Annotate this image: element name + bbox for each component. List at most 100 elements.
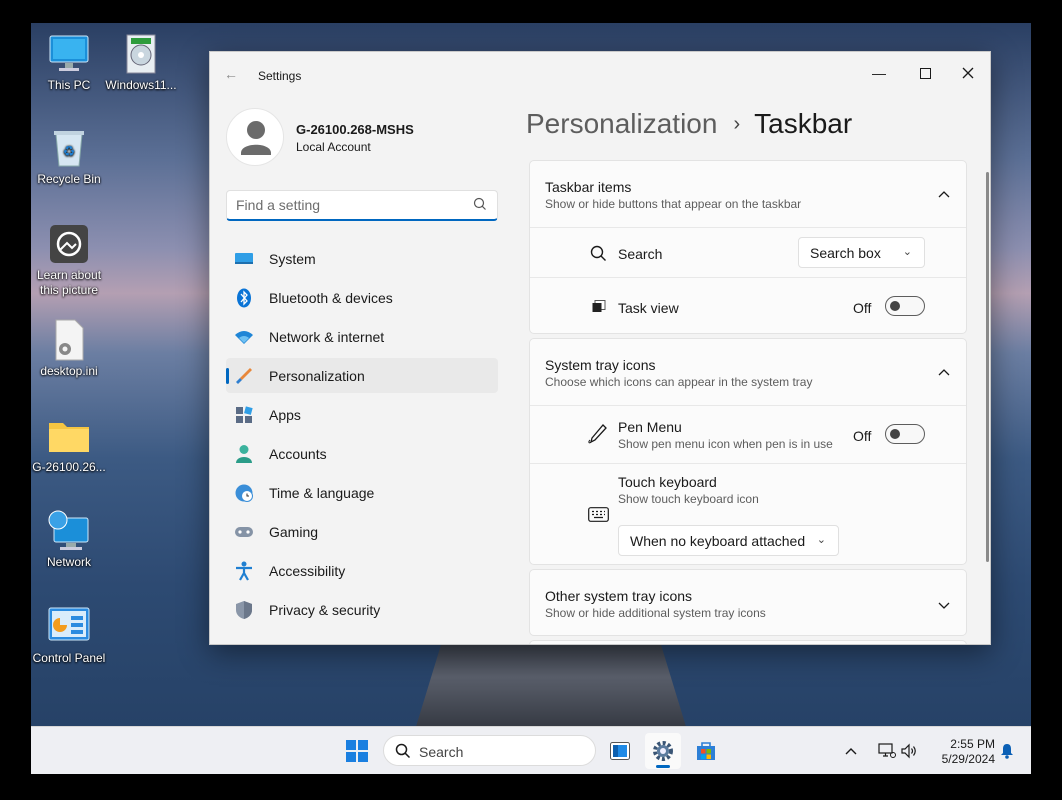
window-title: Settings (258, 69, 302, 83)
camera-icon (48, 223, 90, 265)
touch-keyboard-dropdown[interactable]: When no keyboard attached ⌄ (618, 525, 839, 556)
chevron-up-icon (938, 186, 950, 201)
taskbar-store-app[interactable] (688, 733, 724, 769)
sidebar-item-accessibility[interactable]: Accessibility (226, 553, 498, 588)
pen-menu-label: Pen Menu (618, 419, 682, 435)
desktop-icon-network[interactable]: Network (31, 510, 107, 570)
account-type: Local Account (296, 140, 371, 154)
search-icon (473, 197, 487, 216)
sidebar-item-time-language[interactable]: Time & language (226, 475, 498, 510)
chevron-up-icon (845, 748, 857, 755)
bluetooth-icon (234, 288, 254, 308)
search-input[interactable] (236, 197, 456, 213)
chevron-down-icon: ⌄ (816, 534, 826, 546)
other-tray-card[interactable]: Other system tray icons Show or hide add… (529, 569, 967, 636)
maximize-button[interactable] (902, 58, 948, 88)
bell-icon (1001, 744, 1013, 759)
maximize-icon (919, 67, 931, 79)
touch-keyboard-subtitle: Show touch keyboard icon (618, 492, 759, 506)
sidebar-item-bluetooth[interactable]: Bluetooth & devices (226, 280, 498, 315)
search-setting-label: Search (618, 246, 663, 262)
gear-icon (653, 741, 673, 761)
gamepad-icon (234, 522, 254, 542)
settings-window: ← Settings — G-26100.268-MSHS Local Acco… (209, 51, 991, 645)
network-status-icon (878, 743, 896, 758)
desktop-icon-user-folder[interactable]: G-26100.26... (31, 415, 107, 475)
sidebar-item-system[interactable]: System (226, 241, 498, 276)
taskbar-settings-app[interactable] (645, 733, 681, 769)
store-icon (697, 742, 715, 760)
svg-text:♻: ♻ (63, 143, 76, 159)
system-tray-subtitle: Choose which icons can appear in the sys… (545, 375, 813, 389)
system-tray-card: System tray icons Choose which icons can… (529, 338, 967, 565)
minimize-button[interactable]: — (856, 58, 902, 88)
wifi-icon (234, 327, 254, 347)
taskbar: Search 2:55 PM 5/29/2024 (31, 726, 1031, 774)
sidebar-item-gaming[interactable]: Gaming (226, 514, 498, 549)
recycle-bin-icon: ♻ (48, 127, 90, 169)
start-button[interactable] (339, 733, 375, 769)
pen-menu-state: Off (853, 428, 872, 444)
title-bar: ← Settings — (210, 52, 990, 96)
other-tray-subtitle: Show or hide additional system tray icon… (545, 606, 766, 620)
chevron-down-icon: ⌄ (902, 246, 912, 258)
pen-menu-toggle[interactable] (885, 424, 925, 444)
folder-icon (48, 415, 90, 457)
taskbar-items-header[interactable]: Taskbar items Show or hide buttons that … (530, 161, 966, 227)
desktop: This PC Windows11... ♻ Recycle Bin Learn… (31, 23, 1031, 774)
search-icon (590, 245, 607, 267)
desktop-icon-desktop-ini[interactable]: desktop.ini (31, 319, 107, 379)
breadcrumb: Personalization › Taskbar (526, 108, 852, 140)
scrollbar[interactable] (986, 172, 989, 562)
desktop-icon-windows-iso[interactable]: Windows11... (103, 33, 179, 93)
system-tray-header[interactable]: System tray icons Choose which icons can… (530, 339, 966, 405)
sidebar-item-privacy[interactable]: Privacy & security (226, 592, 498, 627)
task-view-icon (592, 300, 606, 318)
clock-globe-icon (234, 483, 254, 503)
breadcrumb-parent[interactable]: Personalization (526, 108, 717, 139)
task-view-toggle[interactable] (885, 296, 925, 316)
chevron-down-icon (938, 598, 950, 613)
system-icon (234, 249, 254, 269)
task-view-button[interactable] (602, 733, 638, 769)
close-icon (962, 67, 974, 79)
settings-search[interactable] (226, 190, 498, 221)
avatar (226, 108, 284, 166)
sidebar-item-apps[interactable]: Apps (226, 397, 498, 432)
next-card (529, 640, 967, 644)
disc-image-icon (120, 33, 162, 75)
show-hidden-icons-button[interactable] (839, 733, 863, 769)
chevron-up-icon (938, 364, 950, 379)
taskbar-search[interactable]: Search (383, 735, 596, 766)
keyboard-icon (588, 507, 609, 527)
person-icon (234, 444, 254, 464)
minimize-icon: — (872, 65, 886, 81)
task-view-state: Off (853, 300, 872, 316)
account-name: G-26100.268-MSHS (296, 122, 414, 137)
task-view-icon (610, 742, 630, 760)
monitor-icon (48, 33, 90, 75)
active-indicator (656, 765, 670, 768)
clock[interactable]: 2:55 PM 5/29/2024 (931, 737, 995, 767)
desktop-icon-learn-about-picture[interactable]: Learn about this picture (31, 223, 107, 298)
touch-keyboard-label: Touch keyboard (618, 474, 717, 490)
desktop-icon-recycle-bin[interactable]: ♻ Recycle Bin (31, 127, 107, 187)
back-arrow-icon[interactable]: ← (224, 66, 238, 82)
pen-icon (588, 423, 608, 450)
sidebar-item-personalization[interactable]: Personalization (226, 358, 498, 393)
notifications-button[interactable] (995, 733, 1019, 769)
search-mode-dropdown[interactable]: Search box ⌄ (798, 237, 925, 268)
control-panel-icon (48, 606, 90, 648)
brush-icon (234, 366, 254, 386)
other-tray-title: Other system tray icons (545, 588, 693, 604)
close-button[interactable] (945, 58, 990, 88)
sidebar-nav: System Bluetooth & devices Network & int… (226, 241, 498, 631)
system-tray-title: System tray icons (545, 357, 656, 373)
sidebar-item-accounts[interactable]: Accounts (226, 436, 498, 471)
sidebar-item-network[interactable]: Network & internet (226, 319, 498, 354)
desktop-icon-this-pc[interactable]: This PC (31, 33, 107, 93)
desktop-icon-control-panel[interactable]: Control Panel (31, 606, 107, 666)
quick-settings-button[interactable] (873, 733, 923, 769)
accessibility-icon (234, 561, 254, 581)
page-title: Taskbar (754, 108, 853, 139)
